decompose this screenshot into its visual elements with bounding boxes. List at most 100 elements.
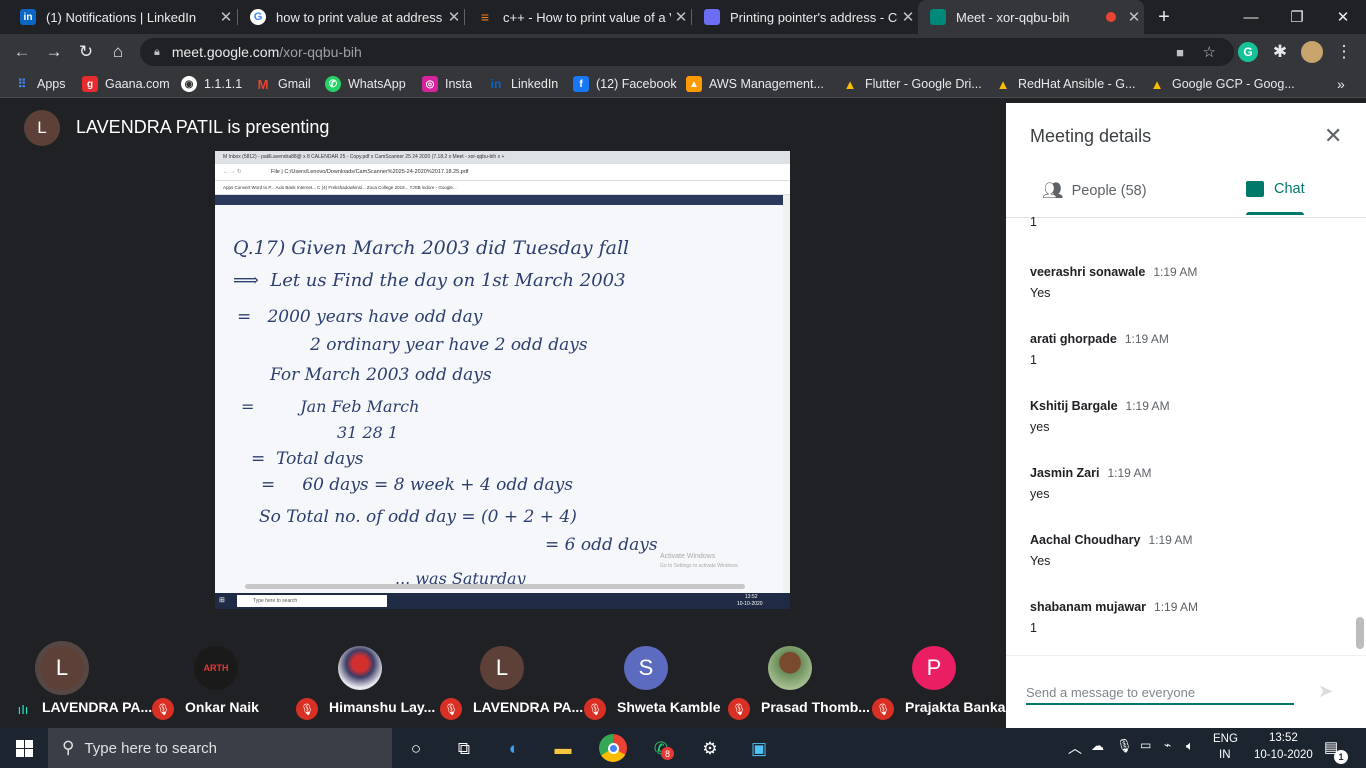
- bookmark-linkedin[interactable]: in LinkedIn: [488, 75, 559, 93]
- chat-sender: Aachal Choudhary: [1030, 533, 1141, 547]
- menu-kebab-icon[interactable]: ⋮: [1334, 42, 1354, 62]
- shared-taskbar-date: 10-10-2020: [737, 601, 763, 607]
- bookmark-insta[interactable]: ◎ Insta: [422, 75, 472, 93]
- clock-time: 13:52: [1269, 732, 1298, 744]
- shared-bookmarks-text: Apps Convert Word to P... Axis Bank Inte…: [223, 185, 457, 190]
- forward-icon[interactable]: →: [44, 42, 64, 62]
- bookmark-label: Insta: [445, 77, 473, 91]
- bookmark-star-icon[interactable]: ☆: [1203, 43, 1216, 61]
- back-icon[interactable]: ←: [12, 42, 32, 62]
- camera-icon[interactable]: ■: [1176, 45, 1184, 60]
- tab-people[interactable]: 👥︎ People (58): [1042, 181, 1147, 201]
- more-bookmarks-icon[interactable]: »: [1337, 75, 1345, 93]
- bookmark-aws[interactable]: ▲ AWS Management...: [686, 75, 824, 93]
- reload-icon[interactable]: ↻: [76, 42, 96, 62]
- participant-tile[interactable]: L 🎙︎ LAVENDRA PA...: [440, 646, 583, 726]
- shared-vertical-scrollbar: [783, 195, 790, 593]
- chat-sender: Jasmin Zari: [1030, 466, 1100, 480]
- onedrive-icon[interactable]: ☁: [1091, 738, 1104, 754]
- chevron-up-icon[interactable]: ︿: [1068, 738, 1082, 758]
- new-tab-button[interactable]: +: [1142, 0, 1186, 34]
- chat-message-text: 1: [1030, 353, 1037, 367]
- taskbar-search-placeholder: Type here to search: [84, 739, 218, 757]
- chat-message-text: 1: [1030, 621, 1037, 635]
- bookmark-redhat-drive[interactable]: ▲ RedHat Ansible - G...: [995, 75, 1136, 93]
- bookmark-flutter-drive[interactable]: ▲ Flutter - Google Dri...: [842, 75, 982, 93]
- meeting-details-panel: Meeting details ✕ 👥︎ People (58) Chat 1 …: [1006, 103, 1366, 728]
- taskbar-search-box[interactable]: ⚲ Type here to search: [48, 728, 392, 768]
- chrome-icon[interactable]: [599, 734, 627, 762]
- meet-icon: [930, 9, 946, 25]
- home-icon[interactable]: ⌂: [108, 42, 128, 62]
- edge-icon[interactable]: ◐: [501, 736, 527, 762]
- handwritten-line: = 6 odd days: [545, 535, 658, 555]
- close-window-button[interactable]: ✕: [1320, 0, 1366, 34]
- bookmark-1111[interactable]: ◉ 1.1.1.1: [181, 75, 242, 93]
- participant-name: Shweta Kamble: [617, 699, 721, 715]
- handwritten-line: Q.17) Given March 2003 did Tuesday fall: [233, 237, 630, 259]
- chat-time: 1:19 AM: [1107, 466, 1152, 480]
- shared-taskbar-time: 13:52: [745, 594, 758, 600]
- tab-cplusplus[interactable]: Printing pointer's address - C+ ✕: [692, 0, 918, 34]
- participant-tile[interactable]: L ıIı LAVENDRA PA...: [12, 646, 152, 726]
- task-view-icon[interactable]: ⧉: [451, 736, 477, 762]
- handwritten-line: = Total days: [251, 449, 364, 469]
- minimize-button[interactable]: —: [1228, 0, 1274, 34]
- profile-avatar[interactable]: [1301, 41, 1323, 63]
- language-indicator[interactable]: ENG IN: [1213, 733, 1238, 761]
- participant-tile[interactable]: 🎙︎ Himanshu Lay...: [296, 646, 436, 726]
- file-explorer-icon[interactable]: ▬: [550, 736, 576, 762]
- close-panel-icon[interactable]: ✕: [1324, 123, 1342, 149]
- start-button[interactable]: [0, 728, 48, 768]
- presenter-avatar: L: [24, 110, 60, 146]
- participant-tile[interactable]: ARTH 🎙︎ Onkar Naik: [152, 646, 292, 726]
- tab-meet[interactable]: Meet - xor-qqbu-bih ✕: [918, 0, 1144, 34]
- bookmark-gmail[interactable]: M Gmail: [255, 75, 311, 93]
- send-icon[interactable]: ➤: [1318, 681, 1333, 702]
- participant-name: Himanshu Lay...: [329, 699, 436, 715]
- address-bar[interactable]: 🔒︎ meet.google.com/xor-qqbu-bih ■ ☆: [140, 38, 1234, 66]
- bookmark-gcp-drive[interactable]: ▲ Google GCP - Goog...: [1149, 75, 1295, 93]
- cplusplus-icon: [704, 9, 720, 25]
- bookmark-gaana[interactable]: g Gaana.com: [82, 75, 170, 93]
- bookmark-label: (12) Facebook: [596, 77, 677, 91]
- close-tab-icon[interactable]: ✕: [1124, 8, 1144, 26]
- settings-gear-icon[interactable]: ⚙: [697, 736, 723, 762]
- clock[interactable]: 13:52 10-10-2020: [1254, 732, 1313, 761]
- participant-avatar: L: [40, 646, 84, 690]
- cortana-icon[interactable]: ○: [403, 736, 429, 762]
- chat-time: 1:19 AM: [1125, 399, 1170, 413]
- tab-google-search[interactable]: G how to print value at address i ✕: [238, 0, 464, 34]
- tab-stackoverflow[interactable]: ≡ c++ - How to print value of a V ✕: [465, 0, 691, 34]
- participant-tile[interactable]: P 🎙︎ Prajakta Bankar: [872, 646, 1006, 726]
- chat-message-input[interactable]: Send a message to everyone: [1026, 673, 1294, 705]
- close-tab-icon[interactable]: ✕: [898, 8, 918, 26]
- extensions-icon[interactable]: ✱: [1270, 42, 1290, 62]
- bookmark-facebook[interactable]: f (12) Facebook: [573, 75, 677, 93]
- photos-icon[interactable]: ▣: [746, 736, 772, 762]
- restore-button[interactable]: ❐: [1274, 0, 1320, 34]
- shared-horizontal-scrollbar: [245, 584, 745, 589]
- tab-people-label: People (58): [1071, 183, 1147, 199]
- participant-name: Onkar Naik: [185, 699, 259, 715]
- chat-time: 1:19 AM: [1124, 332, 1169, 346]
- grammarly-extension-icon[interactable]: G: [1238, 42, 1258, 62]
- tab-linkedin[interactable]: in (1) Notifications | LinkedIn ✕: [8, 0, 236, 34]
- close-tab-icon[interactable]: ✕: [216, 8, 236, 26]
- participant-name: LAVENDRA PA...: [473, 699, 583, 715]
- participant-tile[interactable]: 🎙︎ Prasad Thomb...: [728, 646, 870, 726]
- instagram-icon: ◎: [422, 76, 438, 92]
- tab-chat[interactable]: Chat: [1246, 181, 1305, 197]
- network-icon[interactable]: ⌁: [1164, 738, 1171, 752]
- microphone-icon[interactable]: 🎙︎: [1116, 738, 1133, 754]
- chat-scrollbar[interactable]: [1356, 617, 1364, 649]
- close-tab-icon[interactable]: ✕: [444, 8, 464, 26]
- volume-icon[interactable]: 🔈︎: [1186, 738, 1194, 754]
- participant-tile[interactable]: S 🎙︎ Shweta Kamble: [584, 646, 724, 726]
- facebook-icon: f: [573, 76, 589, 92]
- bookmark-whatsapp[interactable]: ✆ WhatsApp: [325, 75, 406, 93]
- battery-icon[interactable]: ▭: [1140, 738, 1151, 752]
- chat-message-text: Yes: [1030, 286, 1051, 300]
- bookmark-apps[interactable]: ⠿ Apps: [14, 75, 66, 93]
- close-tab-icon[interactable]: ✕: [671, 8, 691, 26]
